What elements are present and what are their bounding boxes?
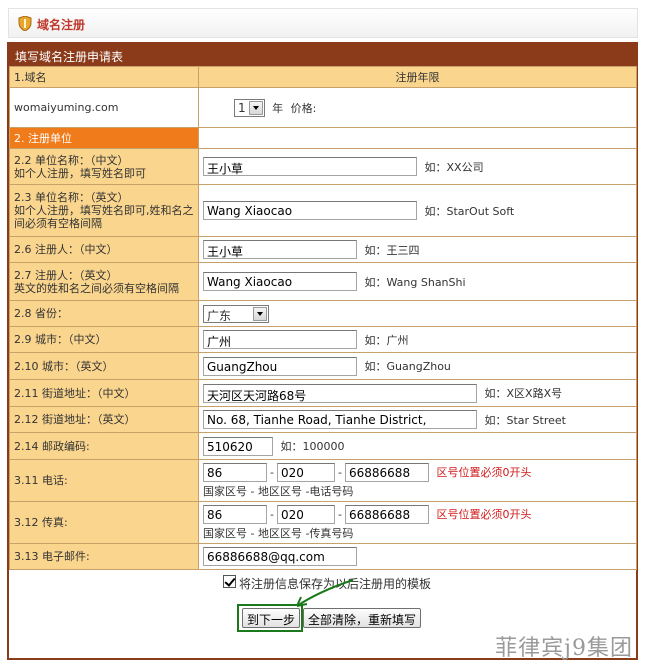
reg-en-hint: 如：Wang ShanShi [364,275,466,289]
fax-country-input[interactable]: 86 [203,504,267,524]
city-en-hint: 如：GuangZhou [364,360,451,373]
section-registrant: 2. 注册单位 [9,127,199,149]
form-table: 1.域名 注册年限 womaiyuming.com 1 年 价格: 2. 注册单… [9,66,637,570]
years-unit: 年 [272,101,284,115]
phone-warning: 区号位置必须0开头 [436,466,532,479]
phone-format-note: 国家区号 - 地区区号 -电话号码 [203,484,354,498]
org-cn-label: 2.2 单位名称：（中文） 如个人注册，填写姓名即可 [9,148,199,185]
reg-en-input[interactable]: Wang Xiaocao [203,272,357,291]
reg-cn-input[interactable]: 王小草 [203,240,357,259]
org-en-input[interactable]: Wang Xiaocao [203,201,417,220]
province-select[interactable]: 广东 [203,304,269,323]
phone-label: 3.11 电话: [9,459,199,502]
chevron-down-icon[interactable] [253,306,267,321]
org-cn-hint: 如：XX公司 [424,160,484,174]
fax-label: 3.12 传真: [9,501,199,544]
next-step-button[interactable]: 到下一步 [242,608,301,628]
city-en-label: 2.10 城市：（英文） [9,352,199,380]
zip-input[interactable]: 510620 [203,436,273,456]
domain-value: womaiyuming.com [9,87,199,128]
addr-en-label: 2.12 街道地址：（英文） [9,406,199,433]
page-header: 域名注册 [8,8,638,38]
watermark: 菲律宾j9集团 [495,636,633,661]
domain-registration-form: 填写域名注册申请表 1.域名 注册年限 womaiyuming.com 1 年 … [7,42,638,660]
phone-country-input[interactable]: 86 [203,462,267,482]
addr-en-input[interactable]: No. 68, Tianhe Road, Tianhe District, [203,410,477,429]
reg-cn-hint: 如：王三四 [364,243,420,257]
phone-area-input[interactable]: 020 [277,462,335,482]
col-years-header: 注册年限 [198,66,637,88]
city-cn-hint: 如：广州 [364,333,409,347]
reg-en-label: 2.7 注册人：（英文） 英文的姓和名之间必须有空格间隔 [9,262,199,301]
fax-format-note: 国家区号 - 地区区号 -传真号码 [203,526,354,540]
reset-button[interactable]: 全部清除，重新填写 [303,608,422,628]
city-en-input[interactable]: GuangZhou [203,356,357,376]
save-template-checkbox[interactable] [223,575,236,588]
province-label: 2.8 省份： [9,300,199,327]
addr-cn-hint: 如：X区X路X号 [484,387,563,400]
city-cn-input[interactable]: 广州 [203,330,357,349]
form-title: 填写域名注册申请表 [9,44,636,66]
years-select[interactable]: 1 [234,98,265,117]
reg-cn-label: 2.6 注册人：（中文） [9,236,199,263]
zip-hint: 如：100000 [280,440,345,453]
org-en-label: 2.3 单位名称：（英文） 如个人注册，填写姓名即可,姓和名之间必须有空格间隔 [9,184,199,237]
org-cn-input[interactable]: 王小草 [203,157,417,176]
page-title: 域名注册 [37,18,86,32]
email-input[interactable]: 66886688@qq.com [203,547,357,566]
fax-area-input[interactable]: 020 [277,504,335,524]
org-en-hint: 如：StarOut Soft [424,204,515,218]
price-label: 价格: [290,101,317,115]
addr-en-hint: 如：Star Street [484,413,566,427]
city-cn-label: 2.9 城市：（中文） [9,326,199,353]
fax-warning: 区号位置必须0开头 [436,508,532,521]
phone-number-input[interactable]: 66886688 [345,462,429,482]
addr-cn-label: 2.11 街道地址：（中文） [9,379,199,407]
zip-label: 2.14 邮政编码: [9,432,199,460]
fax-number-input[interactable]: 66886688 [345,504,429,524]
shield-icon [18,16,32,31]
chevron-down-icon[interactable] [248,100,263,115]
col-domain-header: 1.域名 [9,66,199,88]
email-label: 3.13 电子邮件: [9,543,199,570]
addr-cn-input[interactable]: 天河区天河路68号 [203,383,477,403]
